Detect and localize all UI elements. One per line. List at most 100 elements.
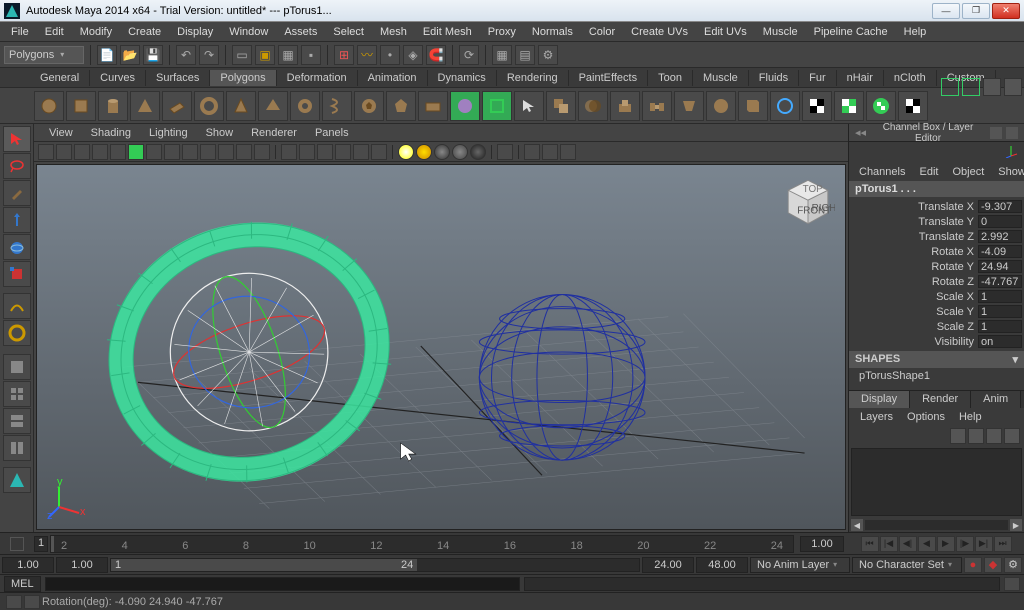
snap-grid-icon[interactable]: ⊞	[334, 45, 354, 65]
lasso-tool[interactable]	[3, 153, 31, 179]
scroll-right-icon[interactable]: ▶	[1010, 519, 1022, 531]
prism-icon[interactable]	[226, 91, 256, 121]
2d-pan-icon[interactable]	[110, 144, 126, 160]
range-end-field[interactable]: 48.00	[696, 557, 748, 573]
show-manip-tool[interactable]	[3, 320, 31, 346]
menu-modify[interactable]: Modify	[73, 24, 119, 40]
move-tool[interactable]	[3, 207, 31, 233]
ipr-render-icon[interactable]: ▤	[515, 45, 535, 65]
time-end-display[interactable]: 1.00	[800, 536, 844, 552]
bridge-icon[interactable]	[642, 91, 672, 121]
play-forward-icon[interactable]: ▶	[937, 536, 955, 552]
menu-mesh[interactable]: Mesh	[373, 24, 414, 40]
manip-icon[interactable]	[1004, 144, 1018, 161]
extrude-icon[interactable]	[610, 91, 640, 121]
pyramid-icon[interactable]	[258, 91, 288, 121]
help-line-icon2[interactable]	[24, 595, 40, 609]
shape-node-name[interactable]: pTorusShape1	[849, 368, 1024, 384]
field-chart-icon[interactable]	[218, 144, 234, 160]
checker2-icon[interactable]	[834, 91, 864, 121]
layer-tab-display[interactable]: Display	[849, 391, 910, 408]
smooth-icon[interactable]	[706, 91, 736, 121]
attr-value[interactable]: 0	[978, 215, 1022, 228]
cube-icon[interactable]	[66, 91, 96, 121]
sets2-icon[interactable]	[1004, 78, 1022, 96]
layer-menu-layers[interactable]: Layers	[853, 410, 900, 424]
textured-icon[interactable]	[317, 144, 333, 160]
softsel-icon[interactable]	[450, 91, 480, 121]
menu-edit-mesh[interactable]: Edit Mesh	[416, 24, 479, 40]
cone-icon[interactable]	[130, 91, 160, 121]
xray-joints-icon[interactable]	[542, 144, 558, 160]
snap-live-icon[interactable]: 🧲	[426, 45, 446, 65]
step-forward-key-icon[interactable]: ▶|	[975, 536, 993, 552]
step-forward-icon[interactable]: |▶	[956, 536, 974, 552]
attr-value[interactable]: -9.307	[978, 200, 1022, 213]
checker1-icon[interactable]	[802, 91, 832, 121]
script-lang-label[interactable]: MEL	[4, 576, 41, 592]
channel-menu-show[interactable]: Show	[992, 165, 1024, 179]
combine-icon[interactable]	[546, 91, 576, 121]
film-gate-icon[interactable]	[164, 144, 180, 160]
attr-value[interactable]: -4.09	[978, 245, 1022, 258]
snap-point-icon[interactable]: •	[380, 45, 400, 65]
lock-camera-icon[interactable]	[56, 144, 72, 160]
four-view-icon[interactable]	[3, 381, 31, 407]
command-input[interactable]	[45, 577, 521, 591]
script-editor-icon[interactable]	[1004, 577, 1020, 591]
menu-edit[interactable]: Edit	[38, 24, 71, 40]
menu-create[interactable]: Create	[121, 24, 168, 40]
menu-pipeline-cache[interactable]: Pipeline Cache	[807, 24, 895, 40]
layer-list[interactable]	[851, 448, 1022, 516]
layout-icon[interactable]	[3, 408, 31, 434]
plane2-icon[interactable]	[418, 91, 448, 121]
light5-icon[interactable]	[470, 144, 486, 160]
open-scene-icon[interactable]: 📂	[120, 45, 140, 65]
shadows-icon[interactable]	[353, 144, 369, 160]
image-plane-icon[interactable]	[92, 144, 108, 160]
selected-object-name[interactable]: pTorus1 . . .	[849, 181, 1024, 197]
shelf-tab-painteffects[interactable]: PaintEffects	[569, 70, 649, 86]
rotate-tool[interactable]	[3, 234, 31, 260]
shaded-icon[interactable]	[299, 144, 315, 160]
refsel-icon[interactable]	[482, 91, 512, 121]
wireframe-icon[interactable]	[281, 144, 297, 160]
select-camera-icon[interactable]	[38, 144, 54, 160]
menu-window[interactable]: Window	[222, 24, 275, 40]
range-out-field[interactable]: 24.00	[642, 557, 694, 573]
pipe-icon[interactable]	[290, 91, 320, 121]
viewport-3d[interactable]: FRONT RIGHT TOP y x z	[36, 164, 846, 530]
shelf-tab-fluids[interactable]: Fluids	[749, 70, 799, 86]
xray-icon[interactable]	[524, 144, 540, 160]
shelf-tab-fur[interactable]: Fur	[799, 70, 837, 86]
sets-green1-icon[interactable]	[941, 78, 959, 96]
select-tool[interactable]	[3, 126, 31, 152]
sculpt-icon[interactable]	[770, 91, 800, 121]
restore-button[interactable]: ❐	[962, 3, 990, 19]
time-current[interactable]: 1	[34, 536, 48, 552]
paint-select-tool[interactable]	[3, 180, 31, 206]
menu-create-uvs[interactable]: Create UVs	[624, 24, 695, 40]
scale-tool[interactable]	[3, 261, 31, 287]
shelf-tab-animation[interactable]: Animation	[358, 70, 428, 86]
play-back-icon[interactable]: ◀	[918, 536, 936, 552]
go-to-end-icon[interactable]: ⏭	[994, 536, 1012, 552]
panel-menu-shading[interactable]: Shading	[84, 126, 138, 140]
safe-title-icon[interactable]	[254, 144, 270, 160]
soft-mod-tool[interactable]	[3, 293, 31, 319]
shelf-tab-polygons[interactable]: Polygons	[210, 70, 276, 86]
anim-prefs-icon[interactable]: ⚙	[1004, 557, 1022, 573]
new-layer-selected-icon[interactable]	[1004, 428, 1020, 444]
set-key-icon[interactable]: ◆	[984, 557, 1002, 573]
light1-icon[interactable]	[398, 144, 414, 160]
menu-file[interactable]: File	[4, 24, 36, 40]
panel-menu-view[interactable]: View	[42, 126, 80, 140]
layer-tab-anim[interactable]: Anim	[971, 391, 1021, 408]
anim-layer-dropdown[interactable]: No Anim Layer	[750, 557, 850, 573]
channel-menu-channels[interactable]: Channels	[853, 165, 911, 179]
step-back-key-icon[interactable]: |◀	[880, 536, 898, 552]
move-layer-down-icon[interactable]	[968, 428, 984, 444]
save-scene-icon[interactable]: 💾	[143, 45, 163, 65]
sel-icon[interactable]	[514, 91, 544, 121]
light2-icon[interactable]	[416, 144, 432, 160]
